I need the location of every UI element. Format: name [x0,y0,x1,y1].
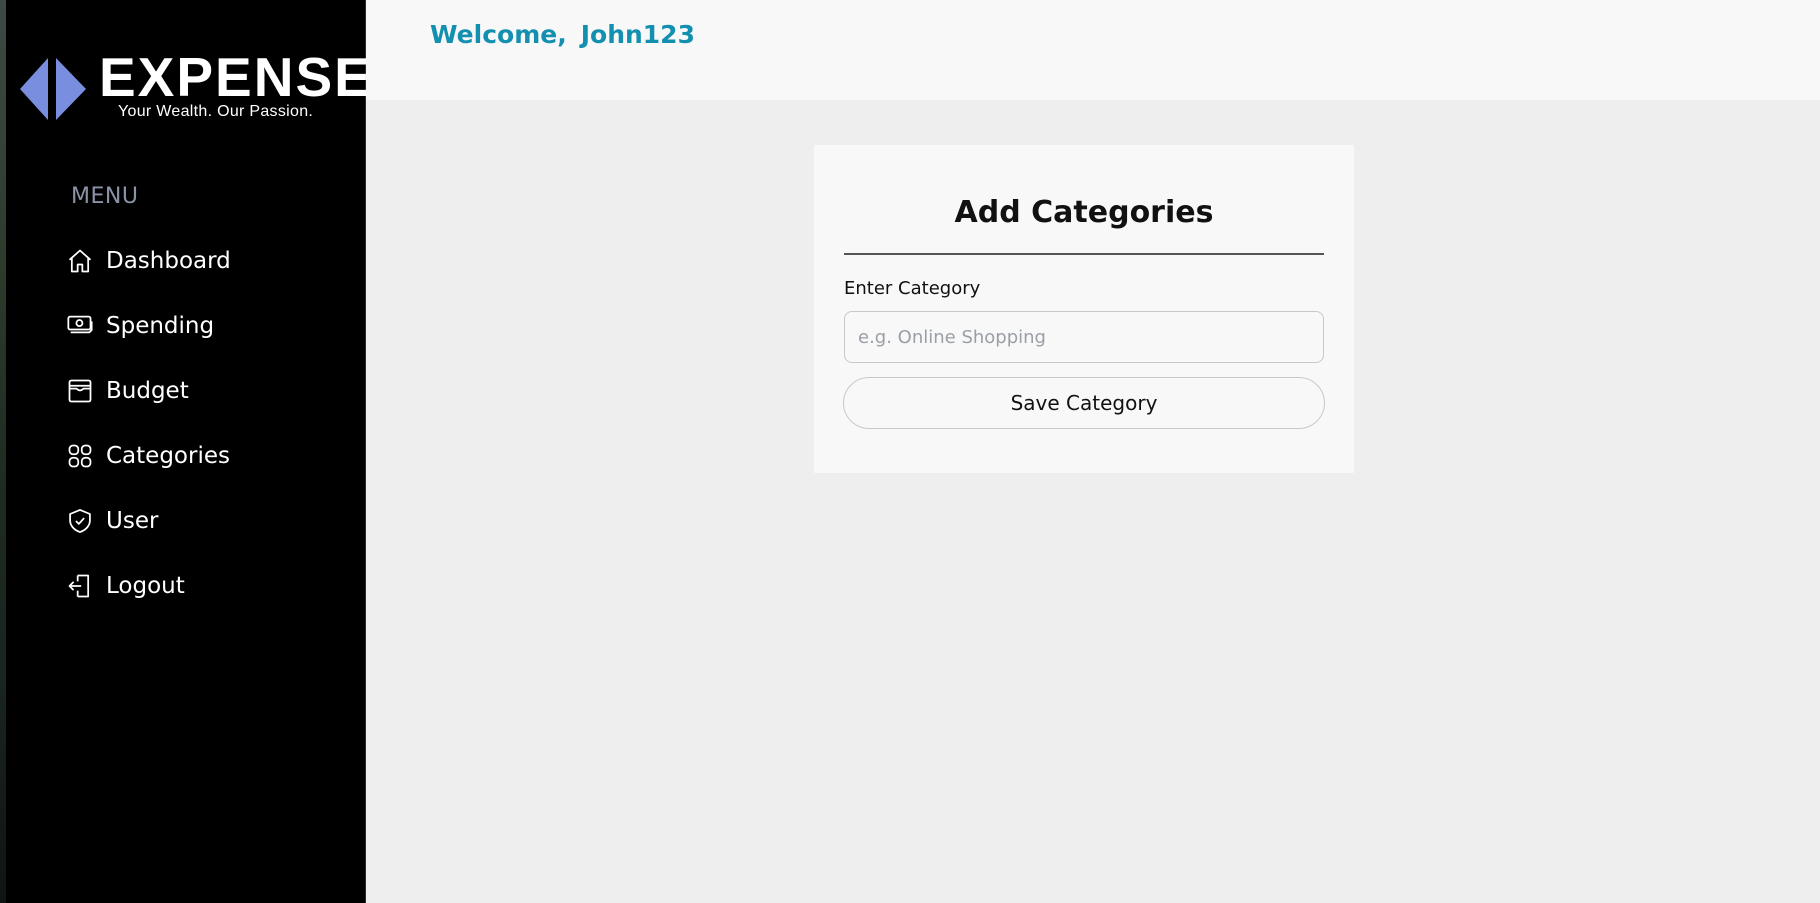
sidebar-nav: Dashboard Spending Budget Categories Use… [66,228,231,618]
sidebar: EXPENSE Your Wealth. Our Passion. MENU D… [0,0,371,903]
sidebar-item-label: User [106,507,159,534]
title-divider [844,253,1324,255]
wallet-icon [66,377,94,405]
brand-wordmark: EXPENSE [99,46,373,108]
sidebar-item-label: Logout [106,572,185,599]
welcome-message: Welcome, John123 [430,20,695,49]
category-field-label: Enter Category [844,278,981,299]
expense-logo-mark-icon [20,58,86,120]
brand-tagline: Your Wealth. Our Passion. [118,103,314,120]
sidebar-item-label: Categories [106,442,230,469]
money-icon [66,312,94,340]
sidebar-item-spending[interactable]: Spending [66,293,231,358]
card-title: Add Categories [954,195,1214,230]
welcome-text: Welcome, [430,20,567,49]
save-category-button[interactable]: Save Category [843,377,1325,429]
sidebar-item-label: Spending [106,312,215,339]
categories-icon [66,442,94,470]
home-icon [66,247,94,275]
logout-icon [66,572,94,600]
sidebar-item-dashboard[interactable]: Dashboard [66,228,231,293]
add-category-card: Add Categories Enter Category Save Categ… [814,145,1354,473]
sidebar-item-categories[interactable]: Categories [66,423,231,488]
sidebar-edge [0,0,6,903]
top-header: Welcome, John123 [366,0,1820,100]
menu-heading: MENU [71,184,139,209]
sidebar-item-label: Dashboard [106,247,231,274]
shield-check-icon [66,507,94,535]
sidebar-item-budget[interactable]: Budget [66,358,231,423]
sidebar-item-label: Budget [106,377,189,404]
sidebar-item-user[interactable]: User [66,488,231,553]
brand-logo[interactable]: EXPENSE Your Wealth. Our Passion. [20,50,371,124]
sidebar-item-logout[interactable]: Logout [66,553,231,618]
category-input[interactable] [844,311,1324,363]
username: John123 [580,20,695,49]
